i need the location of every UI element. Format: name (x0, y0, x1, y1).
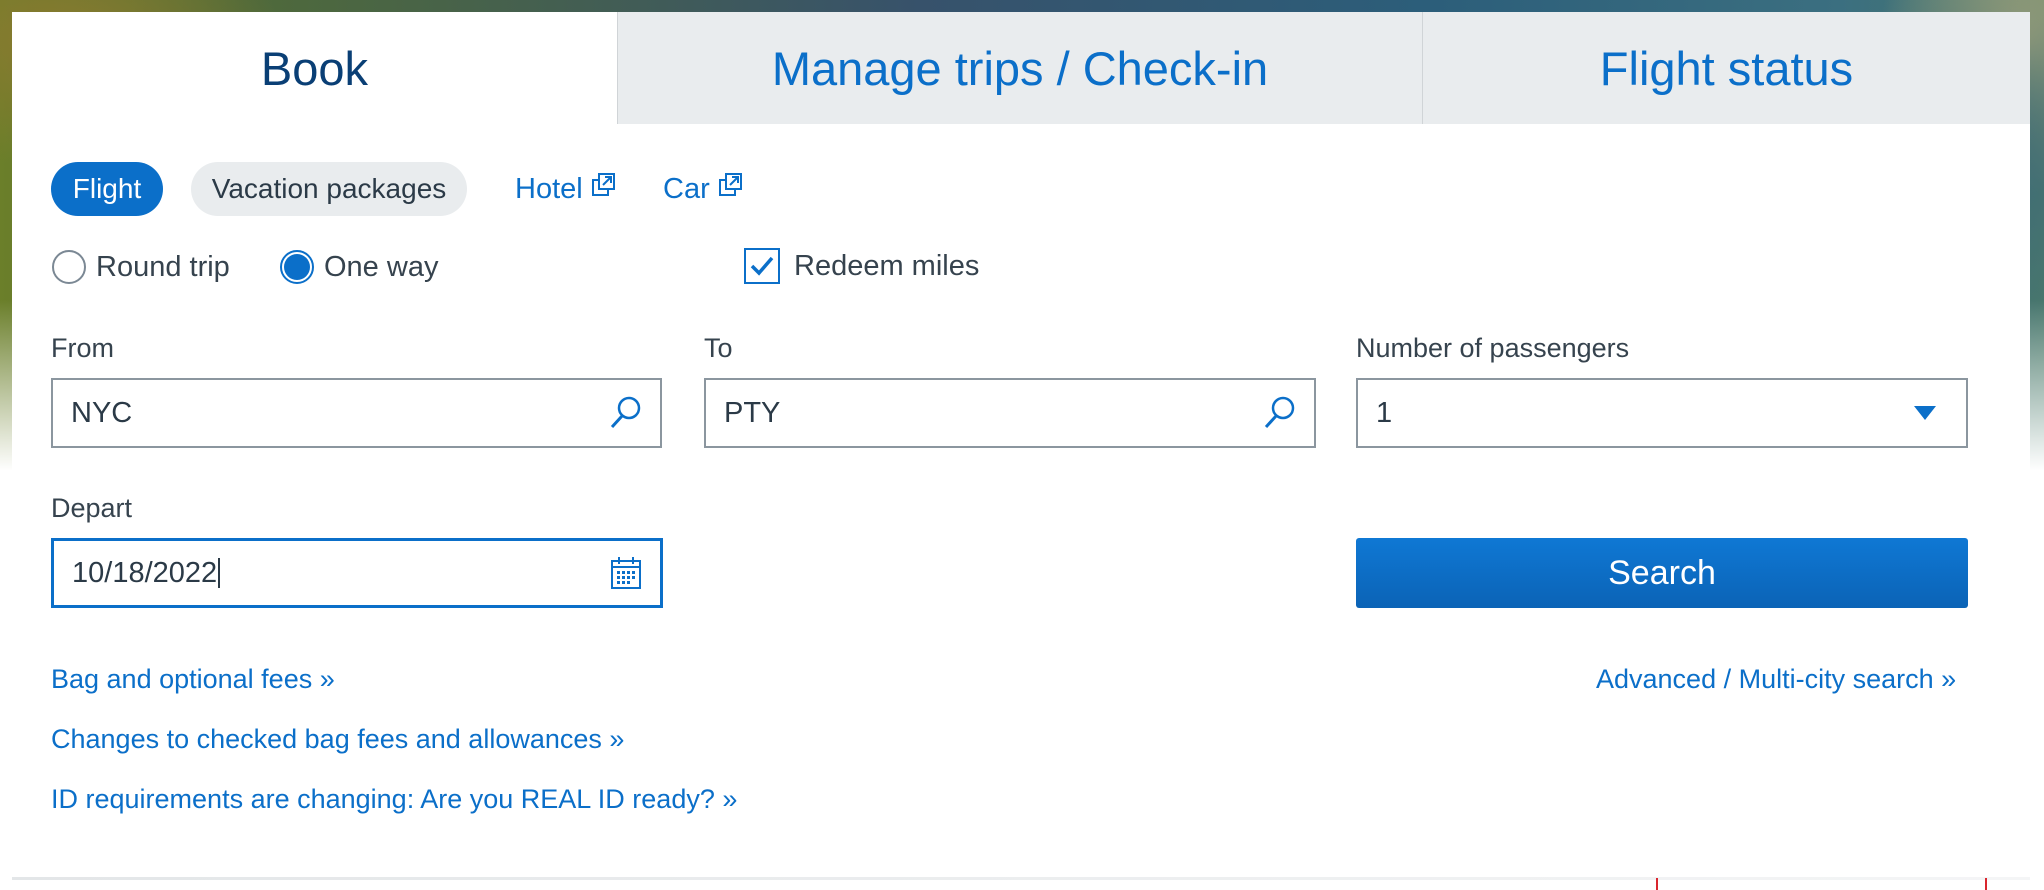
hotel-link-label: Hotel (515, 172, 583, 205)
radio-selected-icon (280, 250, 314, 284)
to-value: PTY (724, 396, 781, 429)
depart-date-input[interactable]: 10/18/2022 (51, 538, 663, 608)
vacation-packages-pill[interactable]: Vacation packages (191, 162, 467, 216)
passengers-select[interactable]: 1 (1356, 378, 1968, 448)
external-link-icon (718, 172, 744, 206)
redeem-miles-checkbox[interactable]: Redeem miles (744, 248, 979, 284)
one-way-label: One way (324, 250, 439, 283)
from-input[interactable]: NYC (51, 378, 662, 448)
search-icon[interactable] (608, 395, 642, 431)
tab-manage-trips[interactable]: Manage trips / Check-in (617, 12, 1422, 124)
calendar-icon[interactable] (610, 556, 642, 590)
bag-fees-link[interactable]: Bag and optional fees » (51, 664, 335, 695)
from-label: From (51, 333, 114, 363)
tab-book[interactable]: Book (12, 12, 617, 124)
divider-accent (1656, 878, 1658, 890)
divider (12, 877, 2030, 880)
real-id-link[interactable]: ID requirements are changing: Are you RE… (51, 784, 737, 815)
car-link[interactable]: Car (663, 172, 744, 206)
tab-flight-status[interactable]: Flight status (1422, 12, 2030, 124)
chevron-down-icon (1914, 406, 1936, 420)
external-link-icon (591, 172, 617, 206)
depart-value: 10/18/2022 (72, 556, 218, 589)
checkbox-checked-icon (744, 248, 780, 284)
bag-fee-changes-link[interactable]: Changes to checked bag fees and allowanc… (51, 724, 624, 755)
advanced-search-link[interactable]: Advanced / Multi-city search » (1596, 664, 1956, 695)
passengers-value: 1 (1376, 396, 1393, 429)
car-link-label: Car (663, 172, 710, 205)
search-button[interactable]: Search (1356, 538, 1968, 608)
one-way-radio[interactable]: One way (280, 250, 438, 284)
search-icon[interactable] (1262, 395, 1296, 431)
redeem-miles-label: Redeem miles (794, 249, 980, 282)
tab-bar: Book Manage trips / Check-in Flight stat… (12, 12, 2030, 124)
passengers-label: Number of passengers (1356, 333, 1630, 363)
from-value: NYC (71, 396, 133, 429)
round-trip-label: Round trip (96, 250, 230, 283)
text-cursor (218, 558, 221, 588)
radio-unselected-icon (52, 250, 86, 284)
depart-label: Depart (51, 493, 133, 523)
to-label: To (704, 333, 733, 363)
hotel-link[interactable]: Hotel (515, 172, 617, 206)
to-input[interactable]: PTY (704, 378, 1316, 448)
flight-pill[interactable]: Flight (51, 162, 163, 216)
round-trip-radio[interactable]: Round trip (52, 250, 230, 284)
divider-accent (1985, 878, 1987, 890)
